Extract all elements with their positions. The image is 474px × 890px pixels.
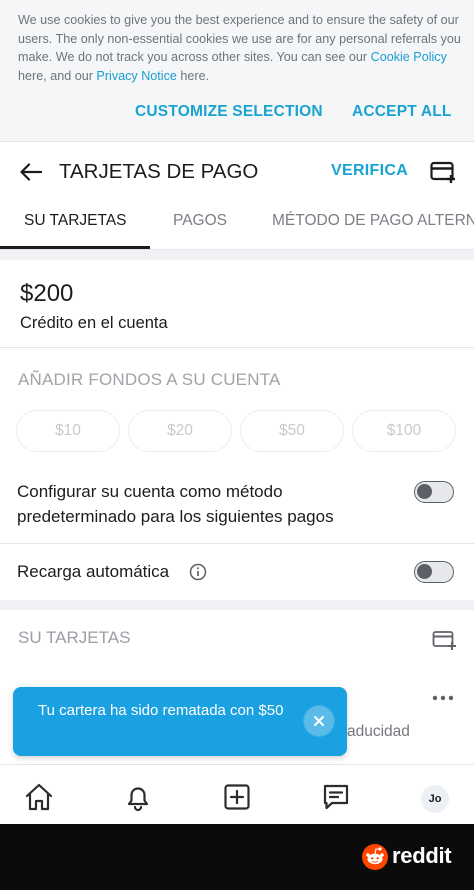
- cookie-policy-link[interactable]: Cookie Policy: [371, 50, 447, 64]
- section-divider: [0, 600, 474, 610]
- amount-option-10[interactable]: $10: [16, 410, 120, 452]
- amount-option-50[interactable]: $50: [240, 410, 344, 452]
- add-funds-title: AÑADIR FONDOS A SU CUENTA: [18, 370, 281, 389]
- toast-message: Tu cartera ha sido rematada con $50: [38, 702, 284, 719]
- active-tab-indicator: [0, 246, 150, 249]
- tab-pagos[interactable]: PAGOS: [173, 212, 227, 230]
- add-card-icon[interactable]: [430, 160, 458, 184]
- close-icon[interactable]: [303, 705, 335, 737]
- card-expiry-label: aducidad: [347, 723, 410, 740]
- create-post-icon[interactable]: [221, 781, 253, 813]
- default-method-toggle[interactable]: [414, 481, 454, 503]
- balance-label: Crédito en el cuenta: [20, 314, 168, 332]
- amount-option-20[interactable]: $20: [128, 410, 232, 452]
- divider: [0, 347, 474, 348]
- accept-all-button[interactable]: ACCEPT ALL: [352, 103, 452, 121]
- cookie-message: We use cookies to give you the best expe…: [18, 11, 464, 85]
- customize-selection-button[interactable]: CUSTOMIZE SELECTION: [135, 103, 323, 121]
- tab-metodo-pago-alternativo[interactable]: MÉTODO DE PAGO ALTERNATIVO: [272, 212, 474, 230]
- bell-icon[interactable]: [122, 781, 154, 813]
- balance-amount: $200: [20, 280, 74, 307]
- toast-notification: Tu cartera ha sido rematada con $50: [13, 687, 347, 756]
- back-arrow-icon[interactable]: [20, 163, 42, 181]
- avatar[interactable]: Jo: [421, 785, 449, 813]
- tab-su-tarjetas[interactable]: SU TARJETAS: [24, 212, 127, 230]
- auto-recharge-label: Recarga automática: [17, 562, 170, 581]
- cards-section-title: SU TARJETAS: [18, 628, 131, 647]
- default-method-label: Configurar su cuenta como método predete…: [17, 482, 334, 526]
- more-options-icon[interactable]: [432, 695, 454, 701]
- tab-bar: SU TARJETAS PAGOS MÉTODO DE PAGO ALTERNA…: [0, 200, 474, 250]
- section-divider: [0, 250, 474, 260]
- home-icon[interactable]: [23, 781, 55, 813]
- amount-option-100[interactable]: $100: [352, 410, 456, 452]
- chat-icon[interactable]: [320, 781, 352, 813]
- cookie-banner: We use cookies to give you the best expe…: [0, 0, 474, 142]
- divider: [0, 543, 474, 544]
- cookie-text-2: here, and our: [18, 68, 97, 83]
- privacy-notice-link[interactable]: Privacy Notice: [96, 69, 176, 83]
- auto-recharge-toggle[interactable]: [414, 561, 454, 583]
- cookie-text-3: here.: [176, 68, 210, 83]
- add-card-icon[interactable]: [432, 630, 458, 652]
- reddit-alien-icon: [362, 844, 388, 870]
- verify-button[interactable]: VERIFICA: [331, 162, 408, 180]
- info-icon[interactable]: [189, 563, 207, 581]
- reddit-wordmark: reddit: [392, 843, 452, 868]
- bottom-navigation: Jo: [0, 764, 474, 824]
- page-title: TARJETAS DE PAGO: [59, 160, 259, 183]
